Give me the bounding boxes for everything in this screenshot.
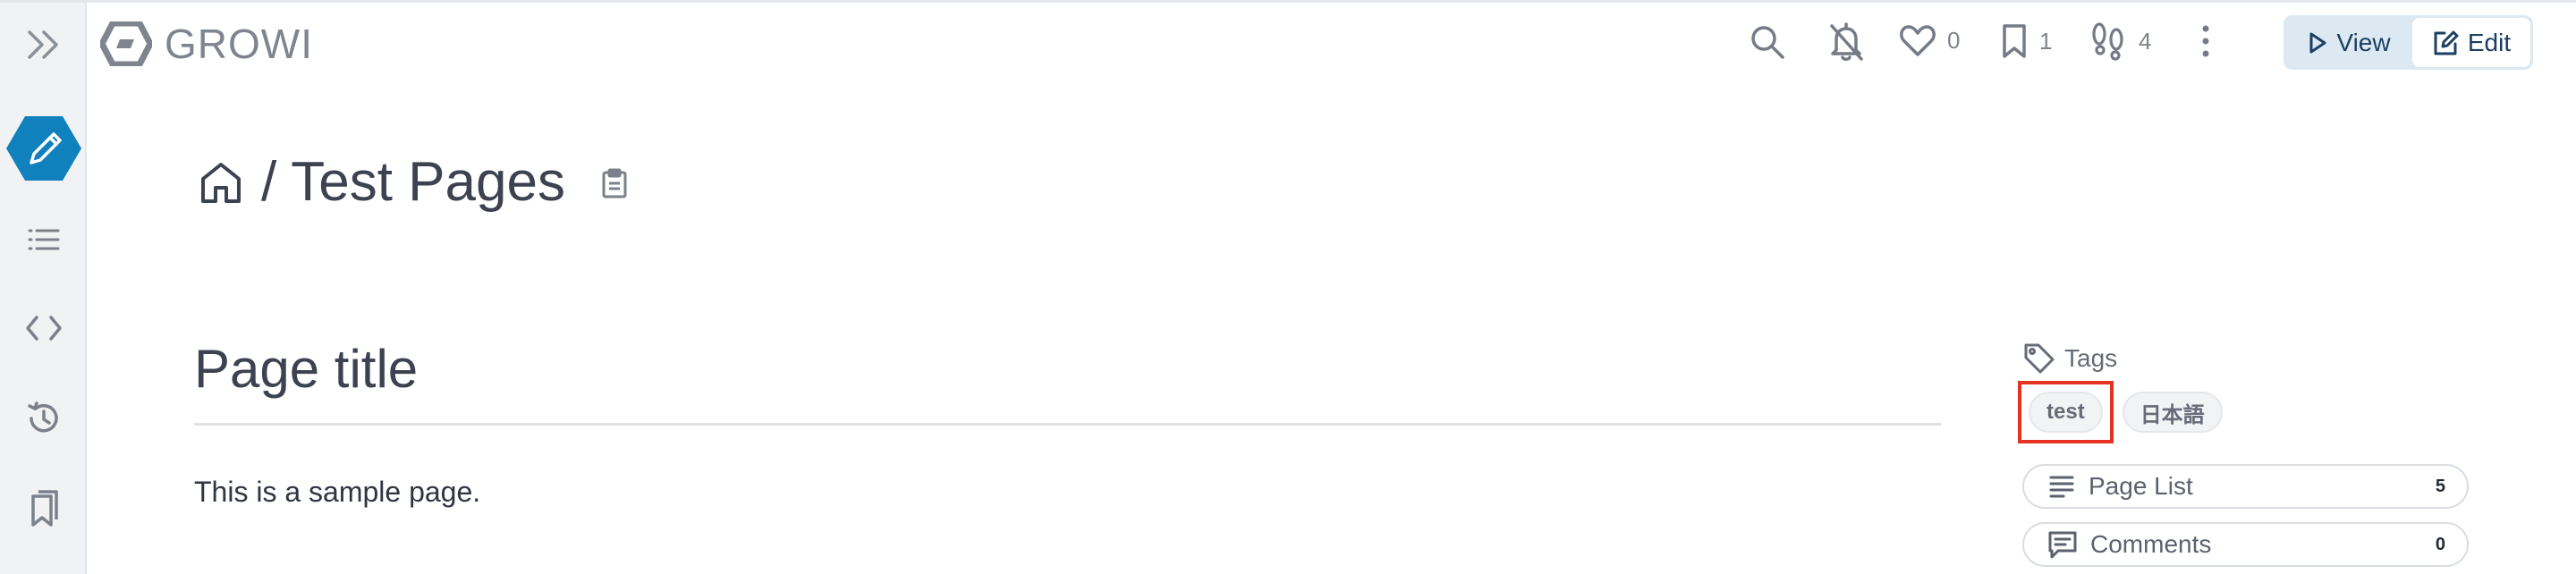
clipboard-icon bbox=[602, 168, 627, 198]
heading-divider bbox=[194, 423, 1941, 426]
page-list-label: Page List bbox=[2089, 472, 2193, 500]
page-path: / Test Pages bbox=[199, 150, 628, 214]
sidebar-item-code[interactable] bbox=[0, 308, 87, 348]
bookmark-button[interactable]: 1 bbox=[2000, 23, 2052, 59]
comment-icon bbox=[2048, 531, 2077, 559]
path-separator: / bbox=[261, 151, 277, 213]
sidebar-item-history[interactable] bbox=[0, 399, 87, 438]
highlighted-tag-box: test bbox=[2018, 381, 2114, 443]
code-icon bbox=[25, 316, 62, 341]
search-icon bbox=[1751, 26, 1784, 59]
seen-by-count: 4 bbox=[2139, 27, 2152, 55]
sidebar-item-edit[interactable] bbox=[0, 111, 87, 186]
page-list-icon bbox=[2049, 476, 2074, 498]
sidebar bbox=[0, 0, 87, 574]
page-title[interactable]: Test Pages bbox=[291, 150, 565, 214]
edit-label: Edit bbox=[2467, 28, 2512, 56]
page-list-count: 5 bbox=[2435, 476, 2445, 496]
tag-japanese[interactable]: 日本語 bbox=[2122, 392, 2223, 433]
growi-logo[interactable]: GROWI bbox=[100, 20, 313, 68]
footprints-icon bbox=[2092, 22, 2123, 61]
comments-label: Comments bbox=[2090, 530, 2212, 558]
subscribe-button[interactable] bbox=[1827, 21, 1865, 63]
bookmarks-count: 1 bbox=[2039, 27, 2053, 55]
bell-off-icon bbox=[1830, 22, 1863, 61]
more-options-button[interactable] bbox=[2197, 23, 2215, 59]
edit-icon bbox=[2434, 30, 2459, 55]
content-paragraph: This is a sample page. bbox=[194, 476, 481, 508]
like-button[interactable]: 0 bbox=[1899, 23, 1960, 57]
kebab-menu-icon bbox=[2202, 25, 2209, 57]
sidebar-toggle-button[interactable] bbox=[0, 20, 87, 70]
logo-text: GROWI bbox=[165, 21, 313, 67]
search-button[interactable] bbox=[1749, 23, 1786, 61]
home-icon[interactable] bbox=[199, 161, 243, 204]
likes-count: 0 bbox=[1947, 26, 1961, 54]
history-icon bbox=[27, 401, 58, 433]
tag-icon bbox=[2024, 343, 2055, 374]
view-button[interactable]: View bbox=[2286, 18, 2412, 67]
sidebar-item-list[interactable] bbox=[0, 220, 87, 259]
tag-test[interactable]: test bbox=[2029, 392, 2103, 433]
play-icon bbox=[2309, 32, 2326, 53]
view-edit-toggle: View Edit bbox=[2284, 15, 2533, 70]
top-border bbox=[0, 0, 2576, 3]
sidebar-item-bookmarks[interactable] bbox=[0, 487, 87, 530]
tags-list: test 日本語 bbox=[2018, 381, 2223, 443]
pencil-icon bbox=[5, 116, 81, 181]
view-label: View bbox=[2336, 28, 2391, 56]
bookmarks-icon bbox=[30, 490, 58, 527]
bookmark-icon bbox=[2003, 24, 2026, 58]
double-chevron-right-icon bbox=[27, 30, 58, 59]
heart-icon bbox=[1900, 25, 1936, 56]
comments-count: 0 bbox=[2435, 534, 2445, 554]
edit-button[interactable]: Edit bbox=[2412, 18, 2530, 67]
seen-by-button[interactable]: 4 bbox=[2089, 21, 2151, 61]
page-list-button[interactable]: Page List 5 bbox=[2022, 464, 2469, 509]
list-icon bbox=[28, 229, 59, 250]
tags-label: Tags bbox=[2064, 344, 2118, 372]
growi-logo-icon bbox=[100, 21, 152, 66]
comments-button[interactable]: Comments 0 bbox=[2022, 522, 2469, 567]
tags-header[interactable]: Tags bbox=[2023, 342, 2117, 375]
copy-path-button[interactable] bbox=[601, 168, 628, 203]
content-heading: Page title bbox=[194, 339, 419, 399]
